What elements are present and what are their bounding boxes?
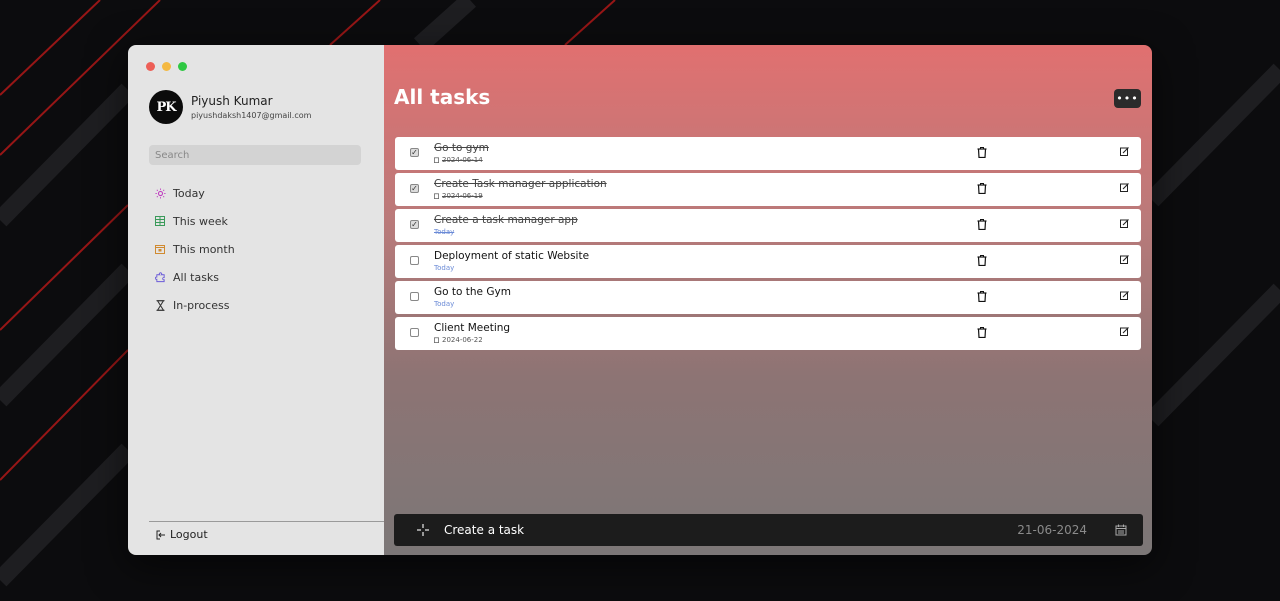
- task-checkbox[interactable]: [410, 292, 419, 301]
- task-checkbox[interactable]: ✓: [410, 148, 419, 157]
- task-date: Today: [434, 300, 454, 308]
- trash-icon[interactable]: [977, 291, 987, 305]
- task-date-text: 2024-06-14: [442, 156, 483, 164]
- task-date-text: Today: [434, 300, 455, 308]
- logout-label: Logout: [170, 528, 208, 541]
- trash-icon[interactable]: [977, 219, 987, 233]
- grid-icon: [154, 215, 166, 227]
- task-checkbox[interactable]: ✓: [410, 220, 419, 229]
- task-list: ✓ Go to gym 2024-06-14 ✓ Create Task manager…: [395, 137, 1141, 353]
- task-date: 2024-06-22: [434, 336, 483, 344]
- sidebar-item-in-process[interactable]: In-process: [154, 291, 235, 319]
- create-task-input[interactable]: [442, 522, 866, 538]
- task-date: Today: [434, 228, 454, 236]
- sidebar-item-label: In-process: [173, 298, 230, 312]
- create-task-bar: 21-06-2024: [394, 514, 1143, 546]
- task-date: Today: [434, 264, 454, 272]
- task-row[interactable]: Client Meeting 2024-06-22: [395, 317, 1141, 350]
- maximize-window-button[interactable]: [178, 62, 187, 71]
- edit-icon[interactable]: [1120, 327, 1129, 339]
- edit-icon[interactable]: [1120, 183, 1129, 195]
- sidebar-item-label: This month: [173, 242, 235, 256]
- task-date: 2024-06-14: [434, 156, 483, 164]
- logout-icon: [156, 530, 166, 540]
- page-title: All tasks: [394, 85, 491, 109]
- task-date-text: Today: [434, 228, 455, 236]
- trash-icon[interactable]: [977, 327, 987, 341]
- edit-icon[interactable]: [1120, 291, 1129, 303]
- search-input[interactable]: [149, 145, 361, 165]
- trash-icon[interactable]: [977, 183, 987, 197]
- window-controls: [146, 62, 187, 71]
- app-window: PK Piyush Kumar piyushdaksh1407@gmail.co…: [128, 45, 1152, 555]
- task-row[interactable]: Deployment of static Website Today: [395, 245, 1141, 278]
- sidebar-item-label: All tasks: [173, 270, 220, 284]
- task-date-text: 2024-06-19: [442, 192, 483, 200]
- task-row[interactable]: ✓ Create a task manager app Today: [395, 209, 1141, 242]
- user-email: piyushdaksh1407@gmail.com: [191, 111, 312, 120]
- calendar-icon: [434, 193, 439, 199]
- logout-button[interactable]: Logout: [156, 528, 208, 541]
- task-title: Go to gym: [434, 142, 489, 154]
- sidebar-item-label: Today: [173, 186, 205, 200]
- task-title: Deployment of static Website: [434, 250, 590, 262]
- main-panel: All tasks ••• ✓ Go to gym 2024-06-14 ✓ Creat…: [384, 45, 1152, 555]
- edit-icon[interactable]: [1120, 219, 1129, 231]
- minimize-window-button[interactable]: [162, 62, 171, 71]
- sidebar-item-this-month[interactable]: This month: [154, 235, 235, 263]
- trash-icon[interactable]: [977, 147, 987, 161]
- due-date-value[interactable]: 21-06-2024: [1017, 523, 1087, 537]
- task-row[interactable]: Go to the Gym Today: [395, 281, 1141, 314]
- hourglass-icon: [154, 299, 166, 311]
- sidebar: PK Piyush Kumar piyushdaksh1407@gmail.co…: [128, 45, 384, 555]
- user-name: Piyush Kumar: [191, 94, 273, 108]
- calendar-icon: [434, 337, 439, 343]
- task-title: Go to the Gym: [434, 286, 511, 298]
- sidebar-item-this-week[interactable]: This week: [154, 207, 235, 235]
- close-window-button[interactable]: [146, 62, 155, 71]
- task-title: Create a task manager app: [434, 214, 578, 226]
- task-date-text: 2024-06-22: [442, 336, 483, 344]
- sun-icon: [154, 187, 166, 199]
- calendar-icon: [154, 243, 166, 255]
- task-title: Client Meeting: [434, 322, 511, 334]
- task-row[interactable]: ✓ Go to gym 2024-06-14: [395, 137, 1141, 170]
- sparkle-icon[interactable]: [416, 523, 430, 537]
- more-options-button[interactable]: •••: [1114, 89, 1141, 108]
- avatar: PK: [149, 90, 183, 124]
- task-checkbox[interactable]: [410, 328, 419, 337]
- task-checkbox[interactable]: [410, 256, 419, 265]
- task-checkbox[interactable]: ✓: [410, 184, 419, 193]
- divider: [149, 521, 384, 522]
- trash-icon[interactable]: [977, 255, 987, 269]
- edit-icon[interactable]: [1120, 147, 1129, 159]
- calendar-icon[interactable]: [1115, 524, 1127, 536]
- sidebar-nav: Today This week This month All tasks In-…: [154, 179, 235, 319]
- task-row[interactable]: ✓ Create Task manager application 2024-06-…: [395, 173, 1141, 206]
- task-date-text: Today: [434, 264, 455, 272]
- sidebar-item-label: This week: [173, 214, 228, 228]
- sidebar-item-today[interactable]: Today: [154, 179, 235, 207]
- task-title: Create Task manager application: [434, 178, 607, 190]
- task-date: 2024-06-19: [434, 192, 483, 200]
- user-profile: PK Piyush Kumar piyushdaksh1407@gmail.co…: [149, 90, 311, 124]
- calendar-icon: [434, 157, 439, 163]
- sidebar-item-all-tasks[interactable]: All tasks: [154, 263, 235, 291]
- puzzle-icon: [154, 271, 166, 283]
- edit-icon[interactable]: [1120, 255, 1129, 267]
